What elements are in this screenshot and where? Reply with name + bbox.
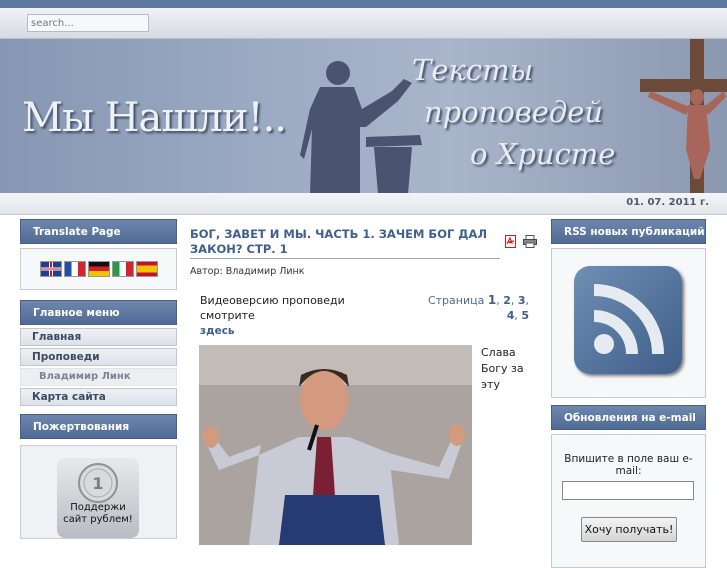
svg-text:1: 1 [92, 474, 103, 493]
email-label: Впишите в поле ваш e-mail: [564, 453, 693, 477]
ruble-coin-icon: 1 [78, 463, 118, 503]
pagination: Страница 1, 2, 3, 4, 5 [427, 293, 529, 322]
page-3-link[interactable]: 3 [518, 294, 526, 307]
page-1-link[interactable]: 1 [488, 293, 496, 307]
right-sidebar: RSS новых публикаций Обновления на e-mai… [551, 219, 706, 568]
preacher-photo [199, 345, 472, 545]
donation-caption-line1: Поддержи [70, 502, 126, 513]
rss-heading: RSS новых публикаций [551, 219, 706, 244]
video-note-text: Видеоверсию проповеди смотрите [200, 294, 345, 322]
italian-flag-icon[interactable] [111, 261, 134, 277]
pagination-label: Страница [427, 294, 485, 307]
video-note: Видеоверсию проповеди смотрите здесь [200, 293, 400, 339]
page-5-link[interactable]: 5 [521, 309, 529, 322]
print-icon[interactable] [523, 235, 537, 248]
pdf-icon[interactable] [505, 235, 517, 248]
current-date: 01. 07. 2011 г. [626, 197, 709, 208]
menu-item-home[interactable]: Главная [20, 328, 177, 346]
german-flag-icon[interactable] [87, 261, 110, 277]
article-body-text: Слава Богу за эту [481, 346, 524, 391]
rss-icon[interactable] [574, 266, 682, 374]
translate-heading: Translate Page [20, 219, 177, 244]
donations-heading: Пожертвования [20, 414, 177, 439]
menu-item-vladimir-link[interactable]: Владимир Линк [20, 368, 177, 386]
french-flag-icon[interactable] [63, 261, 86, 277]
email-subscribe-widget: Впишите в поле ваш e-mail: Хочу получать… [551, 434, 706, 568]
translate-flags [20, 248, 177, 290]
preacher-silhouette [300, 61, 422, 193]
page-4-link[interactable]: 4 [507, 309, 515, 322]
main-menu-heading: Главное меню [20, 300, 177, 325]
search-bar [0, 8, 727, 39]
subscribe-button[interactable]: Хочу получать! [581, 517, 677, 542]
article: БОГ, ЗАВЕТ И МЫ. ЧАСТЬ 1. ЗАЧЕМ БОГ ДАЛ … [181, 219, 546, 545]
left-sidebar: Translate Page Главное меню Главная Проп… [20, 219, 177, 539]
search-input[interactable] [27, 14, 149, 32]
english-flag-icon[interactable] [39, 261, 62, 277]
main-menu: Главная Проповеди Владимир Линк Карта са… [20, 328, 177, 406]
article-title[interactable]: БОГ, ЗАВЕТ И МЫ. ЧАСТЬ 1. ЗАЧЕМ БОГ ДАЛ … [190, 227, 500, 257]
site-banner: Мы Нашли!.. Тексты проповедей о Христе [0, 39, 727, 193]
donation-caption: Поддержи сайт рублем! [57, 502, 139, 526]
spanish-flag-icon[interactable] [135, 261, 158, 277]
menu-item-sitemap[interactable]: Карта сайта [20, 388, 177, 406]
donation-card[interactable]: 1 Поддержи сайт рублем! [57, 458, 139, 538]
donation-caption-line2: сайт рублем! [63, 514, 133, 525]
page-2-link[interactable]: 2 [503, 294, 511, 307]
banner-subtitle-line2: проповедей [424, 95, 604, 129]
site-title: Мы Нашли!.. [22, 95, 287, 141]
banner-subtitle-line3: о Христе [470, 137, 616, 171]
title-divider [190, 258, 500, 259]
date-bar: 01. 07. 2011 г. [0, 193, 727, 215]
crucifix-image [640, 39, 727, 193]
top-strip [0, 0, 727, 8]
rss-widget [551, 248, 706, 398]
article-author: Автор: Владимир Линк [190, 266, 305, 277]
donation-widget[interactable]: 1 Поддержи сайт рублем! [20, 445, 177, 539]
video-link[interactable]: здесь [200, 325, 235, 337]
banner-subtitle-line1: Тексты [412, 53, 534, 87]
email-field[interactable] [562, 481, 694, 500]
email-heading: Обновления на e-mail [551, 405, 706, 430]
menu-item-sermons[interactable]: Проповеди [20, 348, 177, 366]
